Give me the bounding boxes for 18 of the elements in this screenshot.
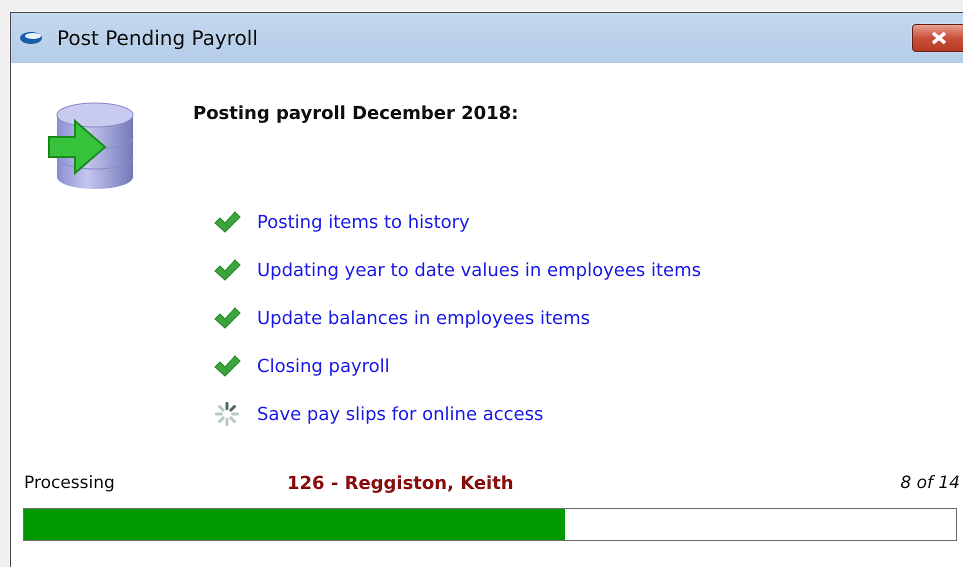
app-icon [19, 31, 43, 45]
close-icon [930, 31, 948, 45]
check-icon [213, 211, 241, 233]
step-label: Update balances in employees items [257, 308, 590, 328]
check-icon [213, 355, 241, 377]
step-label: Updating year to date values in employees items [257, 260, 702, 280]
step-label: Posting items to history [257, 212, 470, 232]
status-label: Processing [24, 473, 116, 493]
spinner-icon [213, 400, 241, 428]
step-label: Closing payroll [257, 356, 390, 376]
check-icon [213, 259, 241, 281]
step-label: Save pay slips for online access [257, 404, 544, 424]
window-title: Post Pending Payroll [57, 26, 258, 50]
close-button[interactable] [912, 24, 963, 52]
progress-count: 8 of 14 [900, 473, 960, 493]
heading: Posting payroll December 2018: [193, 103, 518, 126]
current-employee: 126 - Reggiston, Keith [287, 472, 515, 494]
check-icon [213, 307, 241, 329]
